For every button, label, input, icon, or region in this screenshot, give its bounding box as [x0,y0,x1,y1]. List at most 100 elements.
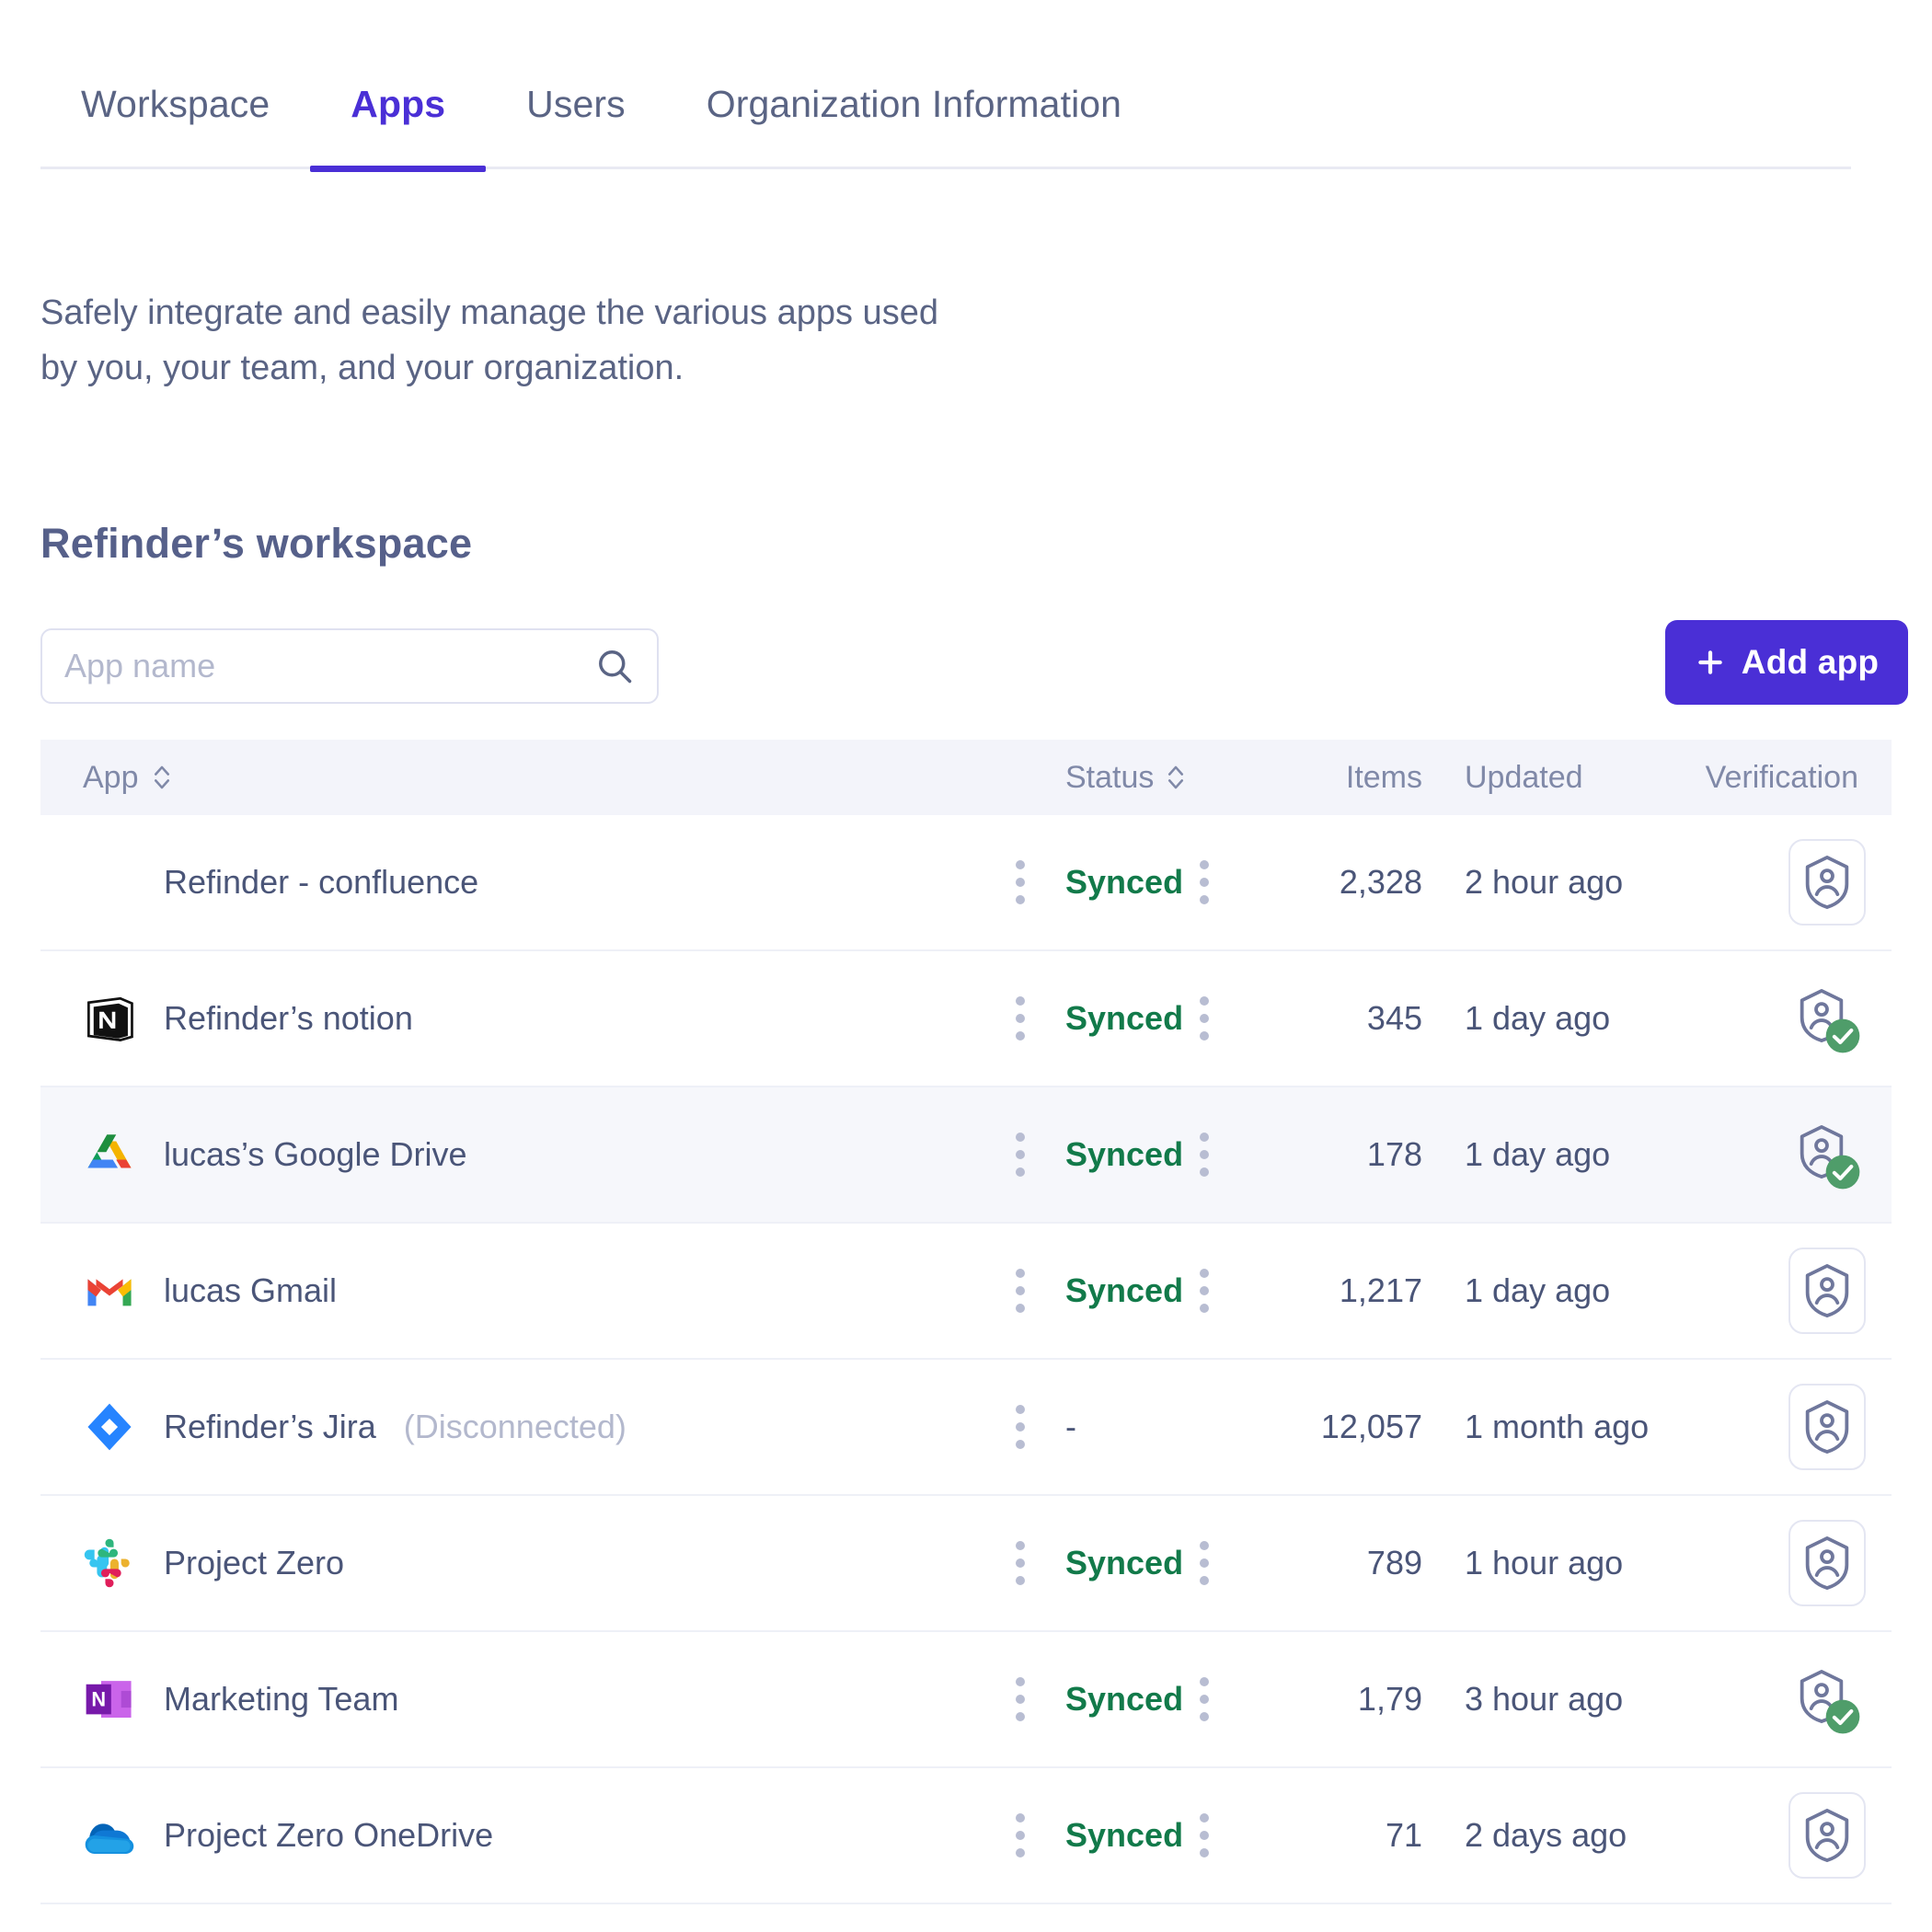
status-menu-icon[interactable] [1200,1677,1209,1721]
tab-label: Users [526,83,626,126]
shield-person-icon [1797,1124,1857,1185]
confluence-icon [83,856,136,909]
add-app-button[interactable]: Add app [1665,620,1908,705]
updated-timestamp: 1 day ago [1422,1135,1634,1174]
table-row[interactable]: lucas’s Google DriveSynced1781 day ago [40,1087,1892,1224]
status-cell: Synced [1065,1680,1200,1719]
verification-cell [1634,839,1892,926]
app-name: Refinder’s notion [164,999,413,1038]
app-name: lucas Gmail [164,1271,337,1310]
app-row-menu-icon[interactable] [1016,1133,1025,1177]
app-row-menu-icon[interactable] [1016,860,1025,904]
status-menu-icon[interactable] [1200,1541,1209,1585]
sort-icon[interactable] [152,762,172,793]
status-cell: Synced [1065,1816,1200,1855]
app-status-note: (Disconnected) [404,1408,627,1446]
search-icon[interactable] [594,646,635,686]
status-menu-icon[interactable] [1200,1133,1209,1177]
table-row[interactable]: Project ZeroSynced7891 hour ago [40,1496,1892,1632]
status-cell: Synced [1065,1271,1200,1310]
column-header-app[interactable]: App [40,760,1016,796]
app-row-menu-icon[interactable] [1016,1405,1025,1449]
app-row-menu-cell [1016,1405,1065,1449]
items-count: 71 [1260,1816,1422,1855]
status-menu-icon[interactable] [1200,996,1209,1041]
app-row-menu-icon[interactable] [1016,1541,1025,1585]
tab-organization-information[interactable]: Organization Information [666,39,1162,169]
app-cell[interactable]: Project Zero OneDrive [40,1809,1016,1862]
app-cell[interactable]: Refinder’s Jira (Disconnected) [40,1400,1016,1454]
app-cell[interactable]: lucas’s Google Drive [40,1128,1016,1181]
shield-person-icon [1802,1399,1852,1455]
shield-person-icon [1802,855,1852,910]
table-row[interactable]: Refinder - confluenceSynced2,3282 hour a… [40,815,1892,951]
tab-label: Workspace [81,83,270,126]
search-input[interactable] [64,647,594,685]
status-menu-icon[interactable] [1200,1813,1209,1857]
column-header-status[interactable]: Status [1065,760,1200,796]
status-cell: Synced [1065,1544,1200,1582]
shield-person-icon [1797,988,1857,1049]
apps-settings-page: Workspace Apps Users Organization Informati… [0,0,1932,1932]
tab-label: Organization Information [707,83,1121,126]
tab-users[interactable]: Users [486,39,666,169]
tab-label: Apps [351,83,445,126]
app-cell[interactable]: Project Zero [40,1536,1016,1590]
status-cell: Synced [1065,1135,1200,1174]
verification-badge-verified[interactable] [1788,1111,1866,1198]
table-header-row: App Status ItemsUpdatedVerification [40,740,1892,815]
column-header-updated: Updated [1422,760,1634,796]
app-cell[interactable]: Refinder’s notion [40,992,1016,1045]
sort-icon[interactable] [1166,762,1186,793]
verification-badge-unverified[interactable] [1788,1384,1866,1470]
tab-workspace[interactable]: Workspace [40,39,310,169]
app-row-menu-icon[interactable] [1016,1677,1025,1721]
verification-badge-verified[interactable] [1788,1656,1866,1742]
items-count: 789 [1260,1544,1422,1582]
gmail-icon [83,1264,136,1317]
column-header-status-label: Status [1065,760,1154,796]
verification-badge-unverified[interactable] [1788,839,1866,926]
status-menu-cell [1200,996,1260,1041]
app-row-menu-icon[interactable] [1016,996,1025,1041]
onedrive-icon [83,1809,136,1862]
app-row-menu-cell [1016,1541,1065,1585]
jira-icon [83,1400,136,1454]
verification-badge-unverified[interactable] [1788,1248,1866,1334]
table-row[interactable]: lucas GmailSynced1,2171 day ago [40,1224,1892,1360]
app-cell[interactable]: Refinder - confluence [40,856,1016,909]
table-row[interactable]: Refinder’s Jira (Disconnected)-12,0571 m… [40,1360,1892,1496]
verification-badge-unverified[interactable] [1788,1792,1866,1879]
items-count: 2,328 [1260,863,1422,902]
slack-icon [83,1536,136,1590]
app-cell[interactable]: lucas Gmail [40,1264,1016,1317]
table-row[interactable]: Marketing TeamSynced1,793 hour ago [40,1632,1892,1768]
status-menu-cell [1200,1541,1260,1585]
status-menu-icon[interactable] [1200,860,1209,904]
status-cell: Synced [1065,999,1200,1038]
column-header-verification: Verification [1634,760,1892,796]
verification-cell [1634,1248,1892,1334]
check-badge-icon [1824,1154,1861,1190]
shield-person-icon [1802,1808,1852,1863]
app-name: Refinder - confluence [164,863,478,902]
status-menu-cell [1200,1133,1260,1177]
items-count: 12,057 [1260,1408,1422,1446]
apps-table: App Status ItemsUpdatedVerification Refind… [40,740,1892,1904]
search-box[interactable] [40,628,659,704]
app-row-menu-icon[interactable] [1016,1269,1025,1313]
app-row-menu-icon[interactable] [1016,1813,1025,1857]
column-header-items: Items [1260,760,1422,796]
verification-badge-unverified[interactable] [1788,1520,1866,1606]
app-cell[interactable]: Marketing Team [40,1673,1016,1726]
table-row[interactable]: Project Zero OneDriveSynced712 days ago [40,1768,1892,1904]
status-menu-icon[interactable] [1200,1269,1209,1313]
tab-apps[interactable]: Apps [310,39,486,169]
items-count: 1,217 [1260,1271,1422,1310]
add-app-label: Add app [1742,643,1879,682]
table-row[interactable]: Refinder’s notionSynced3451 day ago [40,951,1892,1087]
app-row-menu-cell [1016,1813,1065,1857]
check-badge-icon [1824,1018,1861,1054]
verification-badge-verified[interactable] [1788,975,1866,1062]
page-description-line-1: Safely integrate and easily manage the v… [40,285,1144,340]
